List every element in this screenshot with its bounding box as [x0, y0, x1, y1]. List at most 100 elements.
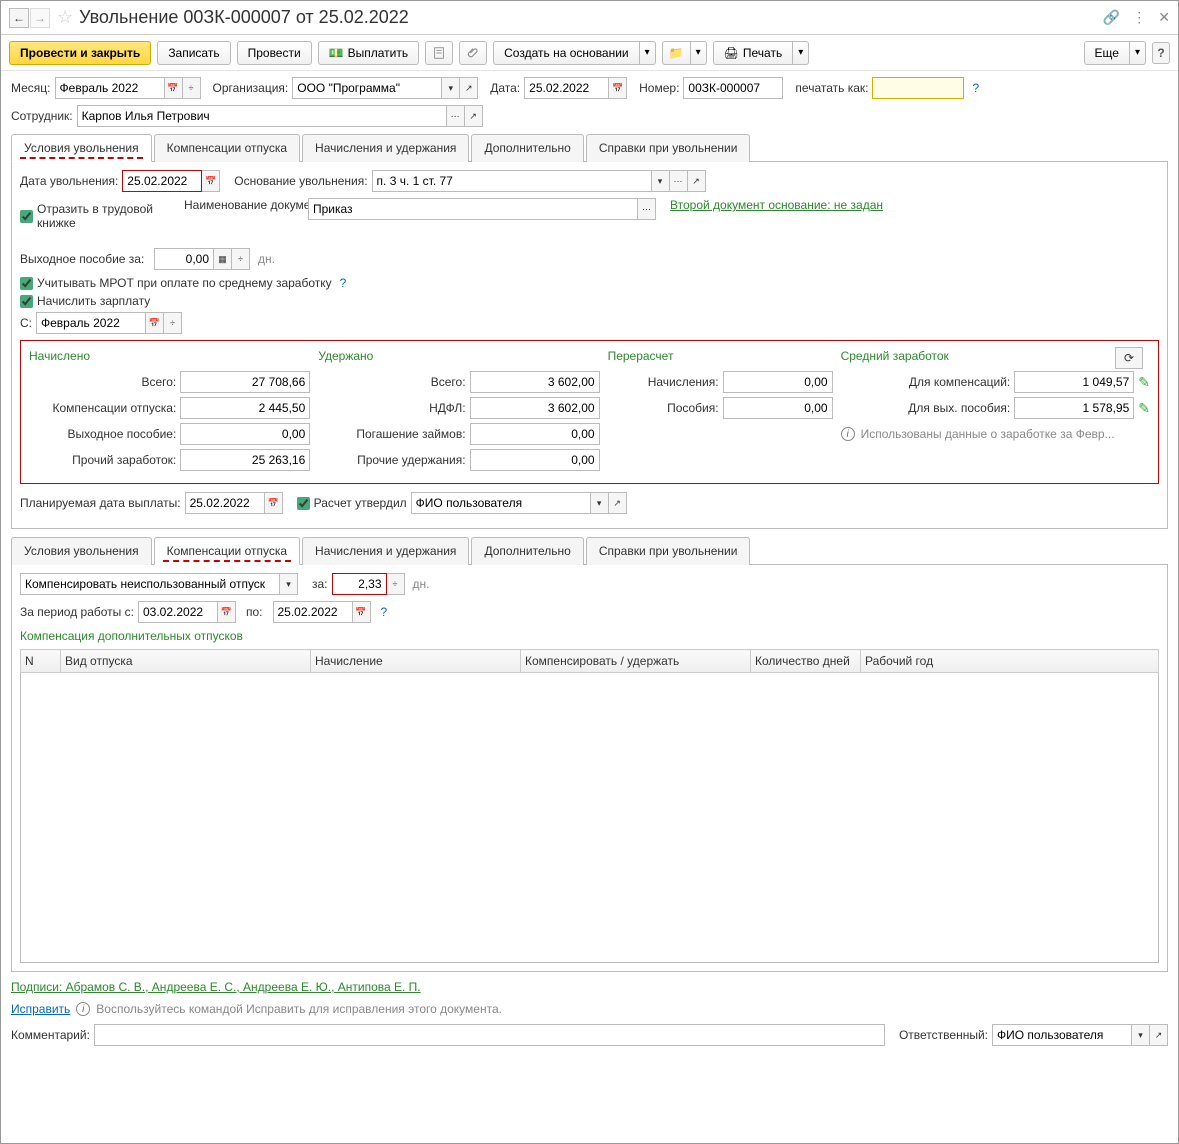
acc-other-input[interactable]: [180, 449, 310, 471]
nav-forward-button[interactable]: →: [30, 8, 50, 28]
col-days[interactable]: Количество дней: [751, 650, 861, 673]
pay-date-input[interactable]: [185, 492, 265, 514]
print-as-input[interactable]: [872, 77, 964, 99]
approved-by-input[interactable]: [411, 492, 591, 514]
mrot-checkbox-row[interactable]: Учитывать МРОТ при оплате по среднему за…: [20, 276, 1159, 290]
pencil-sev-icon[interactable]: ✎: [1138, 400, 1150, 417]
period-help-icon[interactable]: ?: [381, 605, 388, 619]
comp-days-input[interactable]: [332, 573, 387, 595]
severance-spinner-icon[interactable]: ÷: [232, 248, 250, 270]
col-accrual[interactable]: Начисление: [311, 650, 521, 673]
close-icon[interactable]: ✕: [1158, 9, 1170, 26]
period-to-input[interactable]: [273, 601, 353, 623]
tab2-accruals[interactable]: Начисления и удержания: [302, 537, 469, 565]
acc-total-input[interactable]: [180, 371, 310, 393]
post-and-close-button[interactable]: Провести и закрыть: [9, 41, 151, 65]
responsible-input[interactable]: [992, 1024, 1132, 1046]
extra-comp-table-body[interactable]: [20, 673, 1159, 963]
org-input[interactable]: [292, 77, 442, 99]
period-to-calendar-icon[interactable]: 📅: [353, 601, 371, 623]
folder-icon-button[interactable]: 📁: [662, 41, 691, 65]
reason-dropdown-icon[interactable]: ▾: [652, 170, 670, 192]
tab2-conditions[interactable]: Условия увольнения: [11, 537, 152, 565]
more-button[interactable]: Еще: [1084, 41, 1130, 65]
period-from-input[interactable]: [138, 601, 218, 623]
acc-sev-input[interactable]: [180, 423, 310, 445]
approved-open-icon[interactable]: ↗: [609, 492, 627, 514]
responsible-open-icon[interactable]: ↗: [1150, 1024, 1168, 1046]
accrue-salary-checkbox[interactable]: [20, 295, 33, 308]
second-doc-link[interactable]: Второй документ основание: не задан: [670, 198, 883, 212]
date-input[interactable]: [524, 77, 609, 99]
org-dropdown-icon[interactable]: ▾: [442, 77, 460, 99]
post-button[interactable]: Провести: [237, 41, 312, 65]
comp-action-select[interactable]: [20, 573, 280, 595]
create-based-button[interactable]: Создать на основании: [493, 41, 640, 65]
avg-sev-input[interactable]: [1014, 397, 1134, 419]
nav-back-button[interactable]: ←: [9, 8, 29, 28]
from-spinner-icon[interactable]: ÷: [164, 312, 182, 334]
from-month-input[interactable]: [36, 312, 146, 334]
severance-input[interactable]: [154, 248, 214, 270]
employee-select-icon[interactable]: ⋯: [447, 105, 465, 127]
w-total-input[interactable]: [470, 371, 600, 393]
col-year[interactable]: Рабочий год: [861, 650, 1159, 673]
help-button[interactable]: ?: [1152, 42, 1170, 64]
more-split[interactable]: Еще ▾: [1084, 41, 1146, 65]
tab-conditions[interactable]: Условия увольнения: [11, 134, 152, 162]
col-type[interactable]: Вид отпуска: [61, 650, 311, 673]
attachment-button[interactable]: [459, 41, 487, 65]
month-input[interactable]: [55, 77, 165, 99]
tab-references[interactable]: Справки при увольнении: [586, 134, 751, 162]
accrue-salary-checkbox-row[interactable]: Начислить зарплату: [20, 294, 1159, 308]
comp-action-dropdown-icon[interactable]: ▾: [280, 573, 298, 595]
mrot-checkbox[interactable]: [20, 277, 33, 290]
w-loan-input[interactable]: [470, 423, 600, 445]
mrot-help-icon[interactable]: ?: [340, 276, 347, 290]
approved-dropdown-icon[interactable]: ▾: [591, 492, 609, 514]
print-split[interactable]: 🖨 Печать ▾: [713, 41, 810, 65]
tab-compensations[interactable]: Компенсации отпуска: [154, 134, 300, 162]
r-ben-input[interactable]: [723, 397, 833, 419]
reason-select-icon[interactable]: ⋯: [670, 170, 688, 192]
tab-additional[interactable]: Дополнительно: [471, 134, 583, 162]
month-calendar-icon[interactable]: 📅: [165, 77, 183, 99]
refresh-calc-button[interactable]: ⟳: [1115, 347, 1143, 369]
dismiss-date-calendar-icon[interactable]: 📅: [202, 170, 220, 192]
fix-link[interactable]: Исправить: [11, 1002, 70, 1016]
col-action[interactable]: Компенсировать / удержать: [521, 650, 751, 673]
workbook-checkbox-row[interactable]: Отразить в трудовой книжке: [20, 202, 180, 230]
comp-days-spinner-icon[interactable]: ÷: [387, 573, 405, 595]
w-ndfl-input[interactable]: [470, 397, 600, 419]
org-open-icon[interactable]: ↗: [460, 77, 478, 99]
approved-checkbox[interactable]: [297, 497, 310, 510]
pay-button[interactable]: 💵Выплатить: [318, 41, 419, 65]
pay-date-calendar-icon[interactable]: 📅: [265, 492, 283, 514]
more-arrow[interactable]: ▾: [1130, 41, 1146, 65]
dismiss-date-input[interactable]: [122, 170, 202, 192]
from-calendar-icon[interactable]: 📅: [146, 312, 164, 334]
folder-arrow[interactable]: ▾: [691, 41, 707, 65]
tab2-references[interactable]: Справки при увольнении: [586, 537, 751, 565]
responsible-dropdown-icon[interactable]: ▾: [1132, 1024, 1150, 1046]
print-arrow[interactable]: ▾: [793, 41, 809, 65]
document-icon-button[interactable]: [425, 41, 453, 65]
folder-split[interactable]: 📁 ▾: [662, 41, 707, 65]
workbook-checkbox[interactable]: [20, 210, 33, 223]
number-input[interactable]: [683, 77, 783, 99]
signatures-link[interactable]: Подписи: Абрамов С. В., Андреева Е. С., …: [11, 980, 421, 994]
comment-input[interactable]: [94, 1024, 885, 1046]
approved-checkbox-row[interactable]: Расчет утвердил: [297, 496, 407, 510]
acc-comp-input[interactable]: [180, 397, 310, 419]
tab-accruals[interactable]: Начисления и удержания: [302, 134, 469, 162]
doc-name-select-icon[interactable]: ⋯: [638, 198, 656, 220]
print-as-help-icon[interactable]: ?: [972, 81, 979, 95]
col-n[interactable]: N: [21, 650, 61, 673]
w-other-input[interactable]: [470, 449, 600, 471]
pencil-comp-icon[interactable]: ✎: [1138, 374, 1150, 391]
date-calendar-icon[interactable]: 📅: [609, 77, 627, 99]
doc-name-input[interactable]: [308, 198, 638, 220]
link-icon[interactable]: 🔗: [1103, 9, 1120, 26]
r-acc-input[interactable]: [723, 371, 833, 393]
severance-calc-icon[interactable]: ▦: [214, 248, 232, 270]
